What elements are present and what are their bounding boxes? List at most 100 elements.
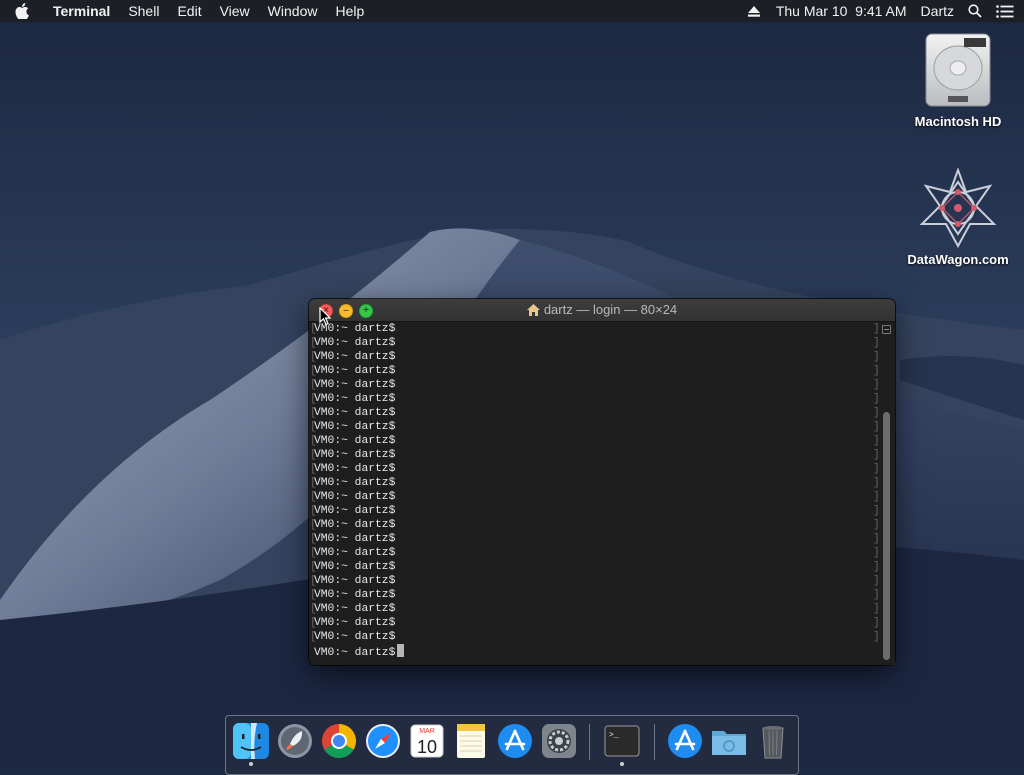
line-mark-left: [ bbox=[310, 365, 317, 377]
menu-view[interactable]: View bbox=[211, 0, 259, 22]
terminal-line: [] VM0:~ dartz$ bbox=[309, 364, 881, 378]
dock-calendar[interactable]: MAR 10 bbox=[408, 722, 446, 760]
terminal-line: [] VM0:~ dartz$ bbox=[309, 462, 881, 476]
window-title: dartz — login — 80×24 bbox=[309, 299, 895, 323]
terminal-line-text: VM0:~ dartz$ bbox=[314, 561, 396, 573]
line-mark-left: [ bbox=[310, 603, 317, 615]
line-mark-left: [ bbox=[310, 449, 317, 461]
menu-window[interactable]: Window bbox=[259, 0, 327, 22]
terminal-line-text: VM0:~ dartz$ bbox=[314, 351, 396, 363]
split-pane-icon[interactable] bbox=[882, 325, 891, 334]
text-cursor bbox=[397, 644, 405, 657]
dock-notes[interactable] bbox=[452, 722, 490, 760]
terminal-line: [] VM0:~ dartz$ bbox=[309, 504, 881, 518]
terminal-line: [] VM0:~ dartz$ bbox=[309, 448, 881, 462]
dock-finder[interactable] bbox=[232, 722, 270, 760]
datawagon-logo-icon bbox=[918, 167, 998, 249]
line-mark-left: [ bbox=[310, 337, 317, 349]
hard-drive-icon bbox=[918, 30, 998, 110]
scrollbar-thumb[interactable] bbox=[883, 412, 890, 660]
menu-shell[interactable]: Shell bbox=[119, 0, 168, 22]
line-mark-left: [ bbox=[310, 519, 317, 531]
terminal-line: VM0:~ dartz$ bbox=[309, 644, 881, 659]
dock-safari[interactable] bbox=[364, 722, 402, 760]
desktop-icon-datawagon[interactable]: DataWagon.com bbox=[903, 167, 1013, 267]
menu-user[interactable]: Dartz bbox=[921, 3, 954, 19]
notes-icon bbox=[457, 724, 485, 758]
terminal-line-text: VM0:~ dartz$ bbox=[314, 533, 396, 545]
dock-trash[interactable] bbox=[754, 722, 792, 760]
dock-applications[interactable] bbox=[666, 722, 704, 760]
dock-separator bbox=[654, 724, 655, 760]
line-mark-left: [ bbox=[310, 463, 317, 475]
calendar-icon: MAR 10 bbox=[410, 724, 444, 758]
apple-menu-icon[interactable] bbox=[0, 3, 44, 19]
line-mark-left: [ bbox=[310, 477, 317, 489]
trash-icon bbox=[762, 726, 784, 759]
terminal-line: [] VM0:~ dartz$ bbox=[309, 476, 881, 490]
terminal-window[interactable]: × – + dartz — login — 80×24 [] VM0:~ dart… bbox=[309, 299, 895, 665]
terminal-line: [] VM0:~ dartz$ bbox=[309, 546, 881, 560]
dock-running-indicator bbox=[249, 762, 253, 766]
terminal-line: [] VM0:~ dartz$ bbox=[309, 490, 881, 504]
terminal-line-text: VM0:~ dartz$ bbox=[314, 617, 396, 629]
terminal-line: [] VM0:~ dartz$ bbox=[309, 322, 881, 336]
applications-folder-icon bbox=[668, 724, 702, 758]
terminal-line-text: VM0:~ dartz$ bbox=[314, 491, 396, 503]
terminal-line-text: VM0:~ dartz$ bbox=[314, 477, 396, 489]
calendar-day: 10 bbox=[417, 737, 437, 757]
launchpad-icon bbox=[278, 724, 312, 758]
terminal-output[interactable]: [] VM0:~ dartz$[] VM0:~ dartz$[] VM0:~ dart… bbox=[309, 322, 881, 665]
terminal-scrollbar[interactable] bbox=[878, 322, 895, 665]
dock-system-preferences[interactable] bbox=[540, 722, 578, 760]
terminal-line: [] VM0:~ dartz$ bbox=[309, 518, 881, 532]
desktop-icon-label: DataWagon.com bbox=[907, 252, 1009, 267]
eject-icon[interactable] bbox=[747, 5, 760, 17]
dock-launchpad[interactable] bbox=[276, 722, 314, 760]
notification-center-icon[interactable] bbox=[996, 4, 1014, 18]
terminal-line: [] VM0:~ dartz$ bbox=[309, 336, 881, 350]
window-titlebar[interactable]: × – + dartz — login — 80×24 bbox=[309, 299, 895, 322]
calendar-month: MAR bbox=[419, 728, 435, 735]
dock-app-store[interactable] bbox=[496, 722, 534, 760]
terminal-line: [] VM0:~ dartz$ bbox=[309, 434, 881, 448]
dock-separator bbox=[589, 724, 590, 760]
terminal-line: [] VM0:~ dartz$ bbox=[309, 602, 881, 616]
terminal-line-text: VM0:~ dartz$ bbox=[314, 337, 396, 349]
line-mark-left: [ bbox=[310, 505, 317, 517]
terminal-line: [] VM0:~ dartz$ bbox=[309, 574, 881, 588]
terminal-icon: >_ bbox=[604, 725, 640, 757]
terminal-line: [] VM0:~ dartz$ bbox=[309, 420, 881, 434]
line-mark-left: [ bbox=[310, 491, 317, 503]
menu-clock[interactable]: Thu Mar 10 9:41 AM bbox=[776, 3, 907, 19]
terminal-line-text: VM0:~ dartz$ bbox=[314, 379, 396, 391]
line-mark-left: [ bbox=[310, 379, 317, 391]
terminal-line-text: VM0:~ dartz$ bbox=[314, 505, 396, 517]
desktop-icon-macintosh-hd[interactable]: Macintosh HD bbox=[903, 30, 1013, 129]
line-mark-left: [ bbox=[310, 617, 317, 629]
dock-terminal[interactable]: >_ bbox=[603, 722, 641, 760]
window-title-text: dartz — login — 80×24 bbox=[543, 302, 678, 317]
home-folder-icon bbox=[526, 301, 540, 323]
menu-app-name[interactable]: Terminal bbox=[44, 0, 119, 22]
terminal-line: [] VM0:~ dartz$ bbox=[309, 406, 881, 420]
menu-help[interactable]: Help bbox=[326, 0, 373, 22]
terminal-line-text: VM0:~ dartz$ bbox=[314, 463, 396, 475]
line-mark-left: [ bbox=[310, 351, 317, 363]
line-mark-left: [ bbox=[310, 407, 317, 419]
terminal-line-text: VM0:~ dartz$ bbox=[314, 647, 396, 659]
dock-running-indicator bbox=[620, 762, 624, 766]
svg-text:>_: >_ bbox=[609, 731, 619, 740]
terminal-line-text: VM0:~ dartz$ bbox=[314, 421, 396, 433]
terminal-line-text: VM0:~ dartz$ bbox=[314, 589, 396, 601]
terminal-line-text: VM0:~ dartz$ bbox=[314, 603, 396, 615]
terminal-line-text: VM0:~ dartz$ bbox=[314, 547, 396, 559]
spotlight-search-icon[interactable] bbox=[968, 4, 982, 18]
dock-downloads[interactable] bbox=[710, 722, 748, 760]
line-mark-left: [ bbox=[310, 547, 317, 559]
terminal-line: [] VM0:~ dartz$ bbox=[309, 392, 881, 406]
dock-chrome[interactable] bbox=[320, 722, 358, 760]
terminal-line-text: VM0:~ dartz$ bbox=[314, 575, 396, 587]
terminal-line-text: VM0:~ dartz$ bbox=[314, 435, 396, 447]
menu-edit[interactable]: Edit bbox=[168, 0, 210, 22]
